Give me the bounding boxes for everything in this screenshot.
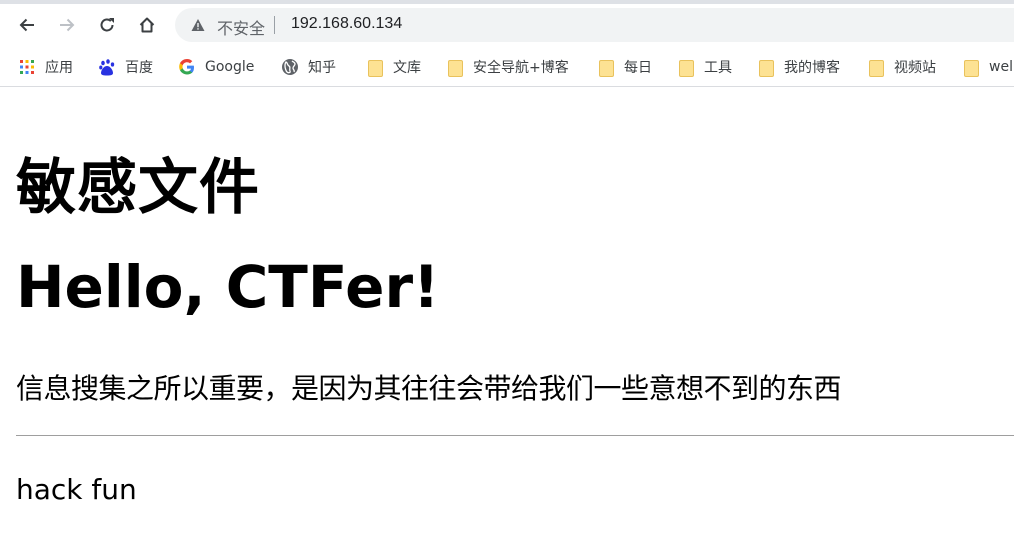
footer-text: hack fun <box>16 473 137 506</box>
bookmark-label: 应用 <box>45 60 73 76</box>
folder-icon <box>867 58 885 77</box>
bookmark-zhihu[interactable]: 知乎 <box>281 57 336 77</box>
horizontal-rule <box>16 435 1014 436</box>
bookmark-label: 工具 <box>704 60 732 76</box>
browser-toolbar: 不安全 192.168.60.134 <box>0 4 1014 46</box>
globe-icon <box>281 58 299 76</box>
folder-icon <box>757 58 775 77</box>
folder-icon <box>962 58 980 77</box>
bookmark-label: 知乎 <box>308 60 336 76</box>
page-title: 敏感文件 <box>16 153 260 223</box>
bookmarks-bar: 应用 百度 Google 知乎 文库 安全导航+博客 每日 工具 我的博客 视频… <box>0 46 1014 87</box>
bookmark-label: 视频站 <box>894 60 936 76</box>
bookmark-label: Google <box>205 59 255 75</box>
bookmark-wenku[interactable]: 文库 <box>366 57 421 77</box>
omnibox-divider <box>274 16 275 34</box>
home-button[interactable] <box>133 11 161 39</box>
description-text: 信息搜集之所以重要，是因为其往往会带给我们一些意想不到的东西 <box>16 372 842 405</box>
bookmark-label: 我的博客 <box>784 60 840 76</box>
bookmark-tools[interactable]: 工具 <box>677 57 732 77</box>
folder-icon <box>446 58 464 77</box>
reload-button[interactable] <box>93 11 121 39</box>
bookmark-label: 文库 <box>393 60 421 76</box>
greeting-heading: Hello, CTFer! <box>16 253 440 321</box>
bookmark-baidu[interactable]: 百度 <box>98 57 153 77</box>
bookmark-wel[interactable]: wel <box>962 57 1013 77</box>
bookmark-label: 每日 <box>624 60 652 76</box>
bookmark-google[interactable]: Google <box>178 57 254 77</box>
bookmark-security-nav[interactable]: 安全导航+博客 <box>446 57 569 77</box>
baidu-paw-icon <box>98 58 116 76</box>
back-button[interactable] <box>13 11 41 39</box>
not-secure-label[interactable]: 不安全 <box>217 15 265 39</box>
folder-icon <box>677 58 695 77</box>
bookmark-label: 百度 <box>125 60 153 76</box>
reload-icon <box>100 18 114 32</box>
address-bar[interactable]: 不安全 192.168.60.134 <box>175 8 1014 42</box>
folder-icon <box>597 58 615 77</box>
bookmark-video-site[interactable]: 视频站 <box>867 57 936 77</box>
apps-grid-icon <box>18 58 36 76</box>
bookmark-label: wel <box>989 59 1013 75</box>
warning-triangle-icon[interactable] <box>191 18 205 32</box>
bookmark-my-blog[interactable]: 我的博客 <box>757 57 840 77</box>
url-text[interactable]: 192.168.60.134 <box>291 15 402 33</box>
bookmark-daily[interactable]: 每日 <box>597 57 652 77</box>
forward-button[interactable] <box>53 11 81 39</box>
bookmark-apps[interactable]: 应用 <box>18 57 73 77</box>
home-icon <box>139 17 155 33</box>
folder-icon <box>366 58 384 77</box>
google-g-icon <box>178 58 196 76</box>
back-arrow-icon <box>19 18 34 32</box>
forward-arrow-icon <box>60 18 75 32</box>
bookmark-label: 安全导航+博客 <box>473 60 569 76</box>
